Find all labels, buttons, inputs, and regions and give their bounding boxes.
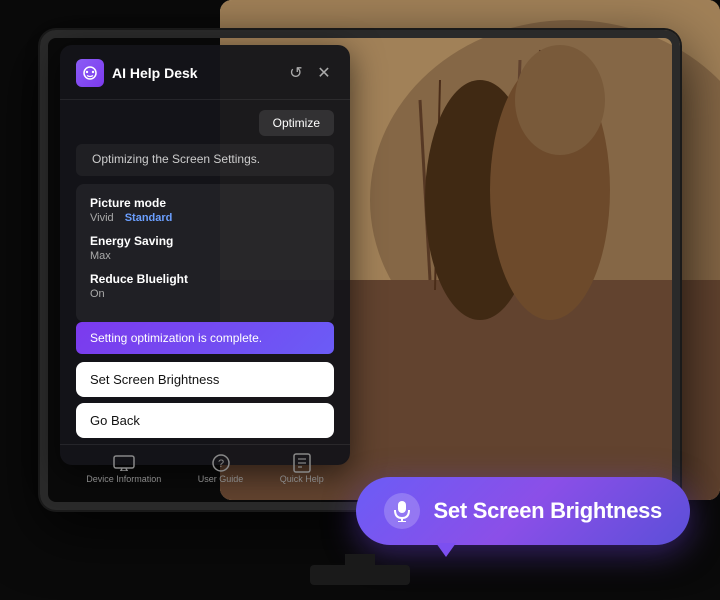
title-group: AI Help Desk [76, 59, 198, 87]
optimization-complete-banner: Setting optimization is complete. [76, 322, 334, 354]
picture-mode-active: Vivid [90, 212, 114, 224]
status-text: Optimizing the Screen Settings. [76, 144, 334, 176]
reduce-bluelight-row: Reduce Bluelight On [90, 272, 320, 300]
picture-mode-row: Picture mode Vivid Standard [90, 196, 320, 224]
footer-user-guide[interactable]: ? User Guide [198, 455, 244, 484]
settings-card: Picture mode Vivid Standard Energy Savin… [76, 184, 334, 322]
svg-text:?: ? [217, 458, 223, 470]
header-controls: ↺ ✕ [286, 63, 334, 83]
monitor-icon [113, 455, 135, 471]
close-button[interactable]: ✕ [314, 63, 334, 83]
picture-mode-label: Picture mode [90, 196, 320, 210]
optimize-button[interactable]: Optimize [259, 110, 334, 136]
energy-saving-value: Max [90, 250, 320, 262]
reset-button[interactable]: ↺ [286, 63, 306, 83]
picture-mode-value: Vivid Standard [90, 212, 320, 224]
panel-header: AI Help Desk ↺ ✕ [60, 45, 350, 100]
ai-icon [76, 59, 104, 87]
picture-mode-selected: Standard [125, 212, 173, 224]
quick-help-label: Quick Help [280, 474, 324, 484]
footer-device-info[interactable]: Device Information [86, 455, 161, 484]
reduce-bluelight-label: Reduce Bluelight [90, 272, 320, 286]
reduce-bluelight-value: On [90, 288, 320, 300]
go-back-button[interactable]: Go Back [76, 403, 334, 438]
voice-bubble: Set Screen Brightness [356, 477, 690, 545]
help-circle-icon: ? [210, 455, 232, 471]
panel-footer: Device Information ? User Guide Quick H [60, 444, 350, 496]
device-info-label: Device Information [86, 474, 161, 484]
tv-stand-base [310, 565, 410, 585]
energy-saving-row: Energy Saving Max [90, 234, 320, 262]
voice-bubble-text: Set Screen Brightness [434, 498, 662, 524]
panel-title: AI Help Desk [112, 65, 198, 81]
user-guide-label: User Guide [198, 474, 244, 484]
set-screen-brightness-button[interactable]: Set Screen Brightness [76, 362, 334, 397]
microphone-icon [384, 493, 420, 529]
quick-help-icon [291, 455, 313, 471]
ai-help-desk-panel: AI Help Desk ↺ ✕ Optimize Optimizing the… [60, 45, 350, 465]
footer-quick-help[interactable]: Quick Help [280, 455, 324, 484]
energy-saving-label: Energy Saving [90, 234, 320, 248]
